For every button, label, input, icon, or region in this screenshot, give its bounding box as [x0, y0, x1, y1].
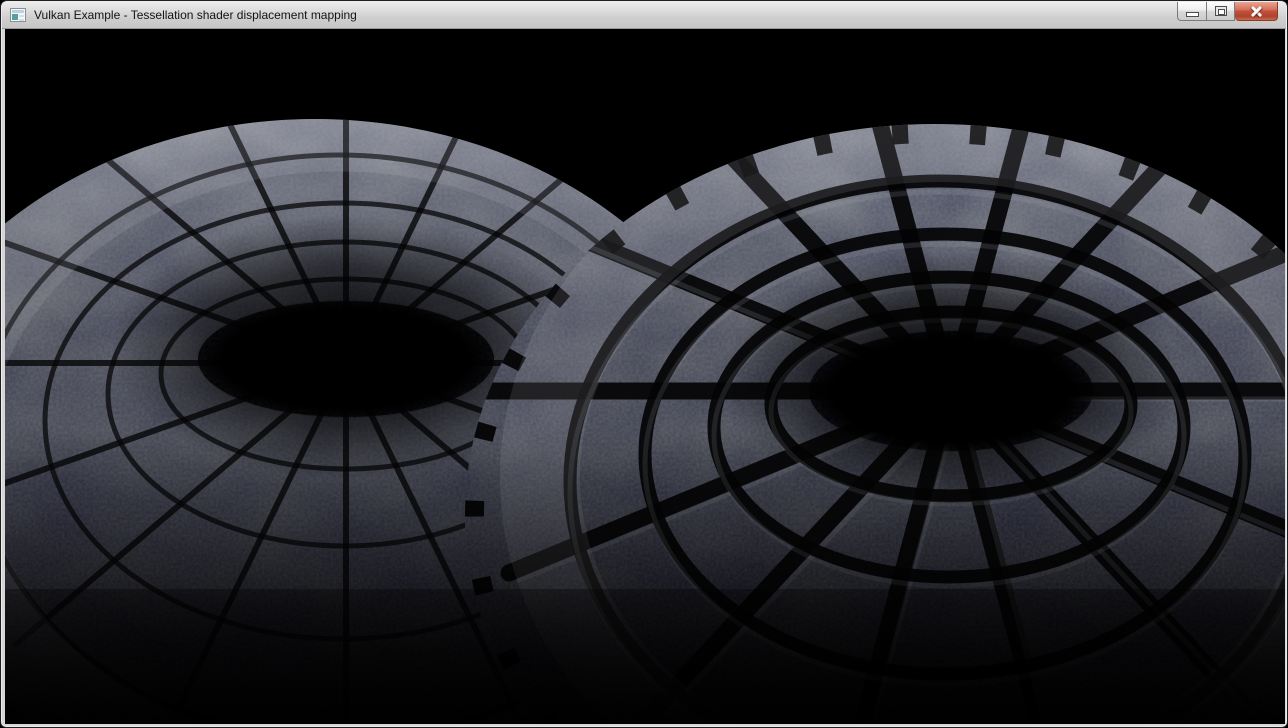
minimize-icon — [1186, 12, 1199, 17]
maximize-icon — [1215, 6, 1227, 16]
app-window-icon[interactable] — [10, 8, 26, 22]
app-icon-line — [19, 15, 24, 17]
minimize-button[interactable] — [1177, 2, 1206, 21]
app-icon-line — [19, 19, 24, 21]
torus-right-hole — [807, 329, 1095, 453]
titlebar[interactable]: Vulkan Example - Tessellation shader dis… — [2, 2, 1286, 29]
app-icon-teal-pane — [12, 14, 18, 20]
maximize-button[interactable] — [1206, 2, 1235, 21]
tessellation-scene — [5, 29, 1285, 724]
torus-left-hole — [196, 299, 496, 419]
close-x-icon — [1249, 5, 1263, 17]
close-button[interactable] — [1235, 2, 1278, 21]
app-window: Vulkan Example - Tessellation shader dis… — [0, 0, 1288, 728]
app-icon-titlebar-stripe — [12, 10, 24, 13]
floor-shadow — [5, 589, 1285, 724]
vulkan-render-viewport[interactable] — [5, 29, 1285, 724]
window-title: Vulkan Example - Tessellation shader dis… — [34, 2, 357, 29]
caption-buttons — [1177, 2, 1278, 21]
